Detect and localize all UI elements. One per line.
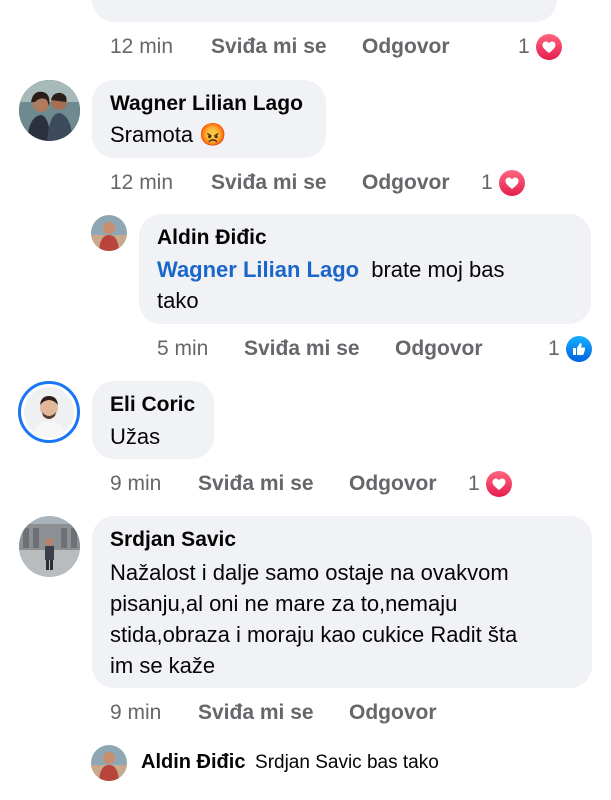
mention-link[interactable]: Wagner Lilian Lago [157,257,359,282]
comment-author[interactable]: Srdjan Savic [110,528,236,552]
comment-author[interactable]: Wagner Lilian Lago [110,92,303,116]
reply-button[interactable]: Odgovor [395,335,483,363]
comment-text-content: Sramota [110,122,194,147]
previous-comment-bubble [92,0,557,22]
comment-actions: 12 min Sviđa mi se Odgovor 1 [110,169,580,197]
heart-icon [486,471,512,497]
reaction-count: 1 [548,337,560,360]
comment-text: Nažalost i dalje samo ostaje na ovakvom … [110,557,580,681]
like-button[interactable]: Sviđa mi se [211,33,327,61]
reply-preview[interactable]: Aldin Điđic Srdjan Savic bas tako [141,751,439,774]
comment-actions: 5 min Sviđa mi se Odgovor 1 [157,335,597,363]
avatar[interactable] [91,215,127,251]
comment-bubble: Srdjan Savic Nažalost i dalje samo ostaj… [92,516,592,688]
comment-text-line: Nažalost i dalje samo ostaje na ovakvom [110,560,509,585]
comment-text-line: pisanju,al oni ne mare za to,nemaju [110,591,458,616]
comment-text-line: stida,obraza i moraju kao cukice Radit š… [110,622,518,647]
reaction-count: 1 [518,35,530,58]
comment-author[interactable]: Eli Coric [110,393,195,417]
comment-author[interactable]: Aldin Điđic [157,226,267,250]
like-button[interactable]: Sviđa mi se [198,699,314,727]
comment-time[interactable]: 9 min [110,699,161,727]
comment-time[interactable]: 9 min [110,470,161,498]
comment-actions: 9 min Sviđa mi se Odgovor 1 [110,470,580,498]
like-icon [566,336,592,362]
reply-button[interactable]: Odgovor [362,33,450,61]
comment-actions: 12 min Sviđa mi se Odgovor 1 [110,33,580,61]
avatar[interactable] [91,745,127,781]
angry-face-emoji: 😡 [199,122,227,147]
comment-text-line: brate moj bas [371,257,505,282]
comment-text-line: im se kaže [110,653,216,678]
comment-text: Wagner Lilian Lago brate moj bas tako [157,254,577,316]
heart-icon [499,170,525,196]
comment-time[interactable]: 12 min [110,33,173,61]
comment-text-line: tako [157,288,199,313]
like-button[interactable]: Sviđa mi se [244,335,360,363]
reply-button[interactable]: Odgovor [362,169,450,197]
reply-bubble: Aldin Điđic Wagner Lilian Lago brate moj… [139,214,591,324]
reaction-count: 1 [481,171,493,194]
reply-button[interactable]: Odgovor [349,699,437,727]
like-button[interactable]: Sviđa mi se [211,169,327,197]
comment-time[interactable]: 5 min [157,335,208,363]
heart-icon [536,34,562,60]
comment-bubble: Wagner Lilian Lago Sramota 😡 [92,80,326,158]
reply-preview-text: Srdjan Savic bas tako [255,752,439,773]
comment-time[interactable]: 12 min [110,169,173,197]
avatar[interactable] [19,80,80,141]
avatar[interactable] [19,516,80,577]
reply-preview-author: Aldin Điđic [141,751,246,773]
avatar[interactable] [18,381,80,443]
comment-bubble: Eli Coric Užas [92,381,214,459]
comment-text: Sramota 😡 [110,119,227,150]
comment-actions: 9 min Sviđa mi se Odgovor [110,699,580,727]
reaction-count: 1 [468,472,480,495]
like-button[interactable]: Sviđa mi se [198,470,314,498]
reply-button[interactable]: Odgovor [349,470,437,498]
comment-text: Užas [110,424,161,449]
